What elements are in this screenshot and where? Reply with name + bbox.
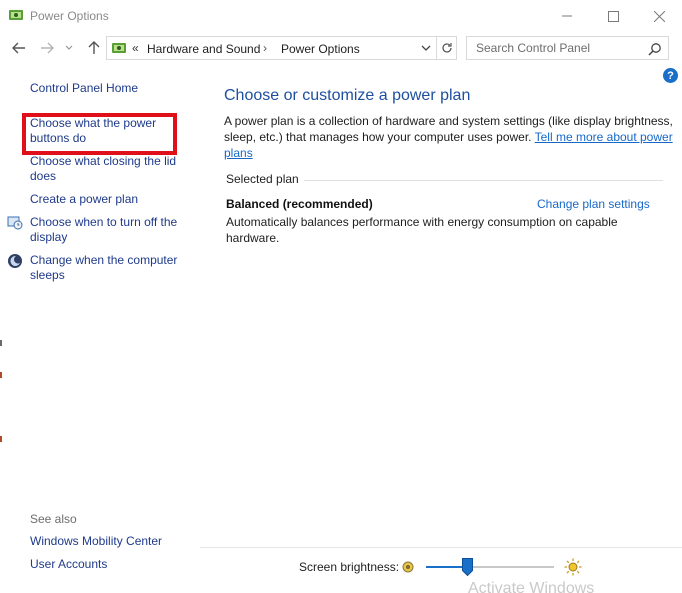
search-icon[interactable] <box>648 42 662 56</box>
window-title: Power Options <box>30 9 109 23</box>
brightness-slider-fill <box>426 566 467 568</box>
breadcrumb-hardware-and-sound[interactable]: Hardware and Sound <box>147 42 260 56</box>
back-arrow-icon <box>12 42 25 54</box>
help-icon[interactable]: ? <box>663 68 678 83</box>
forward-button[interactable] <box>37 38 57 58</box>
dim-sun-icon <box>402 561 414 573</box>
power-options-icon <box>111 40 127 56</box>
activation-watermark: Activate Windows <box>468 580 595 593</box>
bottom-divider <box>200 547 682 548</box>
brightness-label: Screen brightness: <box>299 560 400 574</box>
turn-off-display-link[interactable]: Choose when to turn off the display <box>30 215 190 245</box>
maximize-icon <box>607 10 619 22</box>
title-bar: Power Options <box>0 0 682 32</box>
minimize-icon <box>562 15 572 17</box>
control-panel-home-link[interactable]: Control Panel Home <box>30 81 138 96</box>
user-accounts-link[interactable]: User Accounts <box>30 557 107 572</box>
power-options-icon <box>8 7 24 23</box>
search-box[interactable] <box>466 36 669 60</box>
computer-sleeps-link[interactable]: Change when the computer sleeps <box>30 253 190 283</box>
closing-lid-link[interactable]: Choose what closing the lid does <box>30 154 190 184</box>
navigation-bar: « Hardware and Sound › Power Options <box>0 34 682 62</box>
up-button[interactable] <box>84 38 104 58</box>
edge-mark <box>0 436 2 442</box>
edge-mark <box>0 372 2 378</box>
edge-mark <box>0 340 2 346</box>
forward-arrow-icon <box>41 42 54 54</box>
minimize-button[interactable] <box>544 0 590 32</box>
create-power-plan-link[interactable]: Create a power plan <box>30 192 138 207</box>
left-navigation-pane: Control Panel Home Choose what the power… <box>0 62 200 593</box>
change-plan-settings-link[interactable]: Change plan settings <box>537 197 650 211</box>
sleep-moon-icon <box>7 253 23 269</box>
refresh-icon <box>441 43 452 53</box>
recent-locations-button[interactable] <box>62 38 76 58</box>
brightness-slider[interactable] <box>426 566 554 568</box>
display-timer-icon <box>7 215 23 231</box>
bright-sun-icon <box>564 558 582 576</box>
brightness-slider-thumb[interactable] <box>461 558 473 577</box>
see-also-heading: See also <box>30 512 77 526</box>
address-history-button[interactable] <box>420 42 432 54</box>
plan-name: Balanced (recommended) <box>226 197 373 211</box>
plan-description: Automatically balances performance with … <box>226 215 618 245</box>
breadcrumb-power-options[interactable]: Power Options <box>281 42 360 56</box>
close-button[interactable] <box>636 0 682 32</box>
section-divider <box>304 180 663 181</box>
up-arrow-icon <box>88 41 100 54</box>
search-input[interactable] <box>468 38 643 58</box>
windows-mobility-center-link[interactable]: Windows Mobility Center <box>30 534 162 549</box>
chevron-down-icon <box>421 45 431 51</box>
selected-plan-label: Selected plan <box>226 172 299 186</box>
breadcrumb-separator[interactable]: › <box>263 41 267 55</box>
page-title: Choose or customize a power plan <box>224 87 471 104</box>
overflow-chevron[interactable]: « <box>132 41 139 55</box>
refresh-button[interactable] <box>437 36 457 60</box>
chevron-down-icon <box>65 45 73 50</box>
page-description: A power plan is a collection of hardware… <box>224 113 674 161</box>
address-bar[interactable]: « Hardware and Sound › Power Options <box>106 36 437 60</box>
maximize-button[interactable] <box>590 0 636 32</box>
close-icon <box>653 10 665 22</box>
power-buttons-link[interactable]: Choose what the power buttons do <box>30 116 170 146</box>
back-button[interactable] <box>9 38 29 58</box>
